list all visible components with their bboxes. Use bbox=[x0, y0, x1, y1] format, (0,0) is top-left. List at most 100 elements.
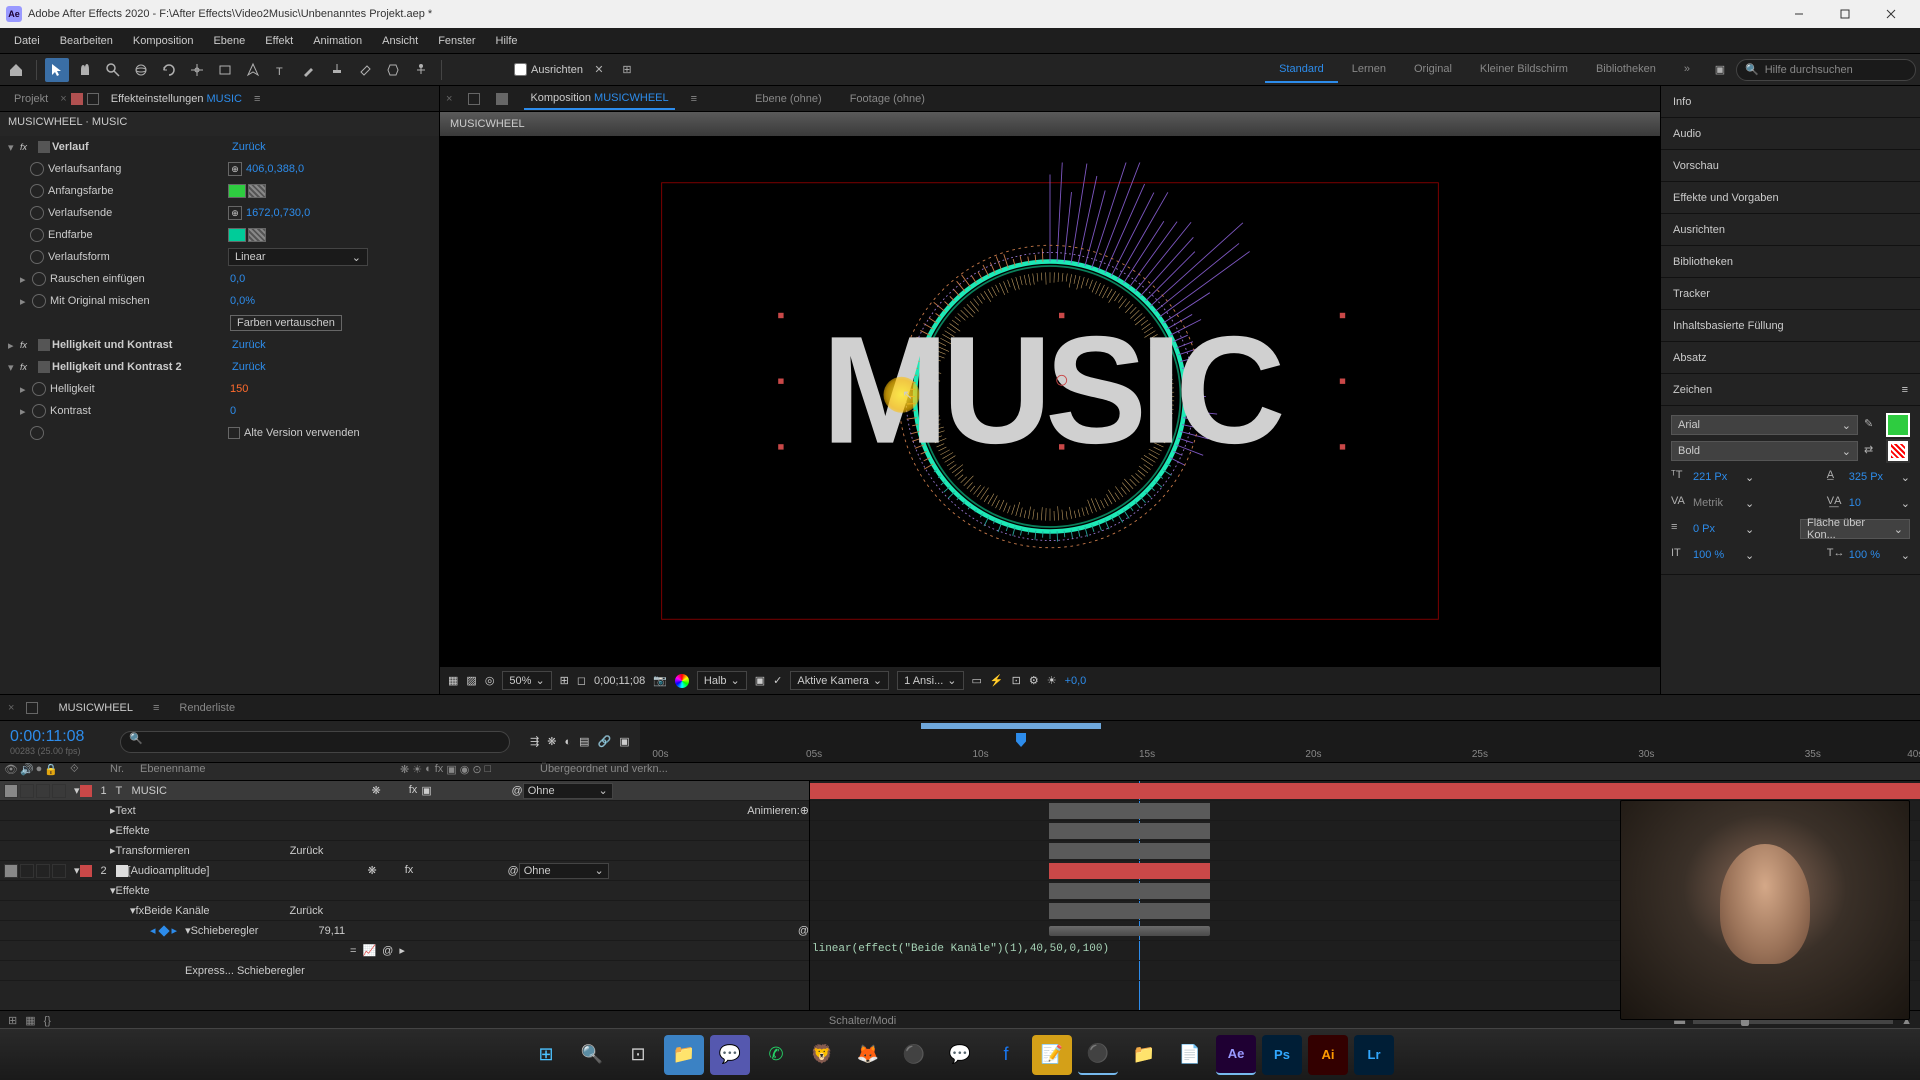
parent-pickwhip-icon[interactable]: @ bbox=[512, 785, 523, 797]
panel-bibliotheken[interactable]: Bibliotheken bbox=[1661, 246, 1920, 278]
eraser-tool-icon[interactable] bbox=[353, 58, 377, 82]
selection-handle[interactable] bbox=[778, 313, 783, 318]
val-verlaufsanfang[interactable]: 406,0,388,0 bbox=[246, 163, 304, 175]
roi-icon[interactable]: ◻ bbox=[577, 674, 586, 687]
panel-vorschau[interactable]: Vorschau bbox=[1661, 150, 1920, 182]
weight-dropdown[interactable]: Bold⌄ bbox=[1671, 441, 1858, 461]
fill-over-dropdown[interactable]: Fläche über Kon...⌄ bbox=[1800, 519, 1910, 539]
toggle-modes-icon[interactable]: ▦ bbox=[25, 1014, 35, 1027]
brave-icon[interactable]: 🦁 bbox=[802, 1035, 842, 1075]
shy-col-icon[interactable]: ⟐ bbox=[70, 763, 79, 775]
twisty-icon[interactable]: ▸ bbox=[20, 295, 32, 308]
folder-icon[interactable]: 📁 bbox=[1124, 1035, 1164, 1075]
ai-app-icon[interactable]: Ai bbox=[1308, 1035, 1348, 1075]
twisty-icon[interactable]: ▾ bbox=[8, 361, 20, 374]
selection-handle[interactable] bbox=[1340, 444, 1345, 449]
effect-helligkeit1[interactable]: Helligkeit und Kontrast bbox=[52, 339, 232, 351]
prop-slider[interactable]: Schieberegler bbox=[191, 925, 259, 937]
3d-icon[interactable]: ⊡ bbox=[1012, 674, 1021, 687]
pen-tool-icon[interactable] bbox=[241, 58, 265, 82]
val-rauschen[interactable]: 0,0 bbox=[230, 273, 245, 285]
audio-toggle[interactable] bbox=[20, 784, 34, 798]
home-tool-icon[interactable] bbox=[4, 58, 28, 82]
stopwatch-icon[interactable] bbox=[30, 228, 44, 242]
guides-icon[interactable]: ⊞ bbox=[560, 674, 569, 687]
panel-audio[interactable]: Audio bbox=[1661, 118, 1920, 150]
menu-datei[interactable]: Datei bbox=[4, 31, 50, 51]
panel-menu-icon[interactable]: ≡ bbox=[254, 93, 260, 105]
snap-grid-icon[interactable]: ⊞ bbox=[615, 58, 639, 82]
panel-presets[interactable]: Effekte und Vorgaben bbox=[1661, 182, 1920, 214]
eyedropper-icon[interactable] bbox=[248, 184, 266, 198]
hscale-value[interactable]: 100 % bbox=[1849, 549, 1895, 561]
maximize-button[interactable] bbox=[1822, 0, 1868, 28]
menu-bearbeiten[interactable]: Bearbeiten bbox=[50, 31, 123, 51]
explorer-icon[interactable]: 📁 bbox=[664, 1035, 704, 1075]
crosshair-icon[interactable]: ⊕ bbox=[228, 206, 242, 220]
switch-icon[interactable]: ☀ bbox=[412, 763, 422, 780]
transform-reset[interactable]: Zurück bbox=[290, 845, 324, 857]
messenger-icon[interactable]: 💬 bbox=[940, 1035, 980, 1075]
expr-pickwhip-icon[interactable]: @ bbox=[382, 945, 393, 957]
tracking-value[interactable]: 10 bbox=[1849, 497, 1895, 509]
notes-icon[interactable]: 📝 bbox=[1032, 1035, 1072, 1075]
panel-info[interactable]: Info bbox=[1661, 86, 1920, 118]
switch-icon[interactable]: ▣ bbox=[446, 763, 456, 780]
group-effects[interactable]: Effekte bbox=[116, 885, 150, 897]
stopwatch-icon[interactable] bbox=[32, 294, 46, 308]
tab-layer[interactable]: Ebene (ohne) bbox=[749, 89, 828, 109]
val-kontrast[interactable]: 0 bbox=[230, 405, 236, 417]
swap-fill-stroke-icon[interactable]: ⇄ bbox=[1864, 443, 1880, 459]
tl-tab-render[interactable]: Renderliste bbox=[171, 698, 243, 718]
selection-handle[interactable] bbox=[1059, 313, 1064, 318]
menu-ansicht[interactable]: Ansicht bbox=[372, 31, 428, 51]
exposure-value[interactable]: +0,0 bbox=[1065, 675, 1087, 687]
reset-hk2[interactable]: Zurück bbox=[232, 361, 266, 373]
stopwatch-icon[interactable] bbox=[30, 184, 44, 198]
switch-icon[interactable]: ◉ bbox=[460, 763, 470, 780]
workspace-kleiner[interactable]: Kleiner Bildschirm bbox=[1466, 57, 1582, 83]
keyframe-strip[interactable] bbox=[1049, 926, 1210, 936]
group-text[interactable]: Text bbox=[116, 805, 136, 817]
fx-badge-icon[interactable]: fx bbox=[20, 340, 38, 350]
menu-effekt[interactable]: Effekt bbox=[255, 31, 303, 51]
menu-ebene[interactable]: Ebene bbox=[203, 31, 255, 51]
hand-tool-icon[interactable] bbox=[73, 58, 97, 82]
add-key-icon[interactable] bbox=[158, 925, 169, 936]
menu-komposition[interactable]: Komposition bbox=[123, 31, 204, 51]
ae-app-icon[interactable]: Ae bbox=[1216, 1035, 1256, 1075]
lock-toggle[interactable] bbox=[52, 784, 66, 798]
tab-effect-controls[interactable]: Effekteinstellungen MUSIC bbox=[103, 89, 250, 109]
snapshot-icon[interactable]: 📷 bbox=[653, 674, 667, 687]
audio-toggle[interactable] bbox=[20, 864, 34, 878]
viewport[interactable]: MUSIC ↖ bbox=[440, 136, 1660, 666]
switch-icon[interactable]: fx bbox=[435, 763, 444, 780]
tab-composition[interactable]: Komposition MUSICWHEEL bbox=[524, 88, 674, 110]
workspace-more-icon[interactable]: » bbox=[1670, 57, 1704, 83]
effect-helligkeit2[interactable]: Helligkeit und Kontrast 2 bbox=[52, 361, 232, 373]
val-slider[interactable]: 79,11 bbox=[318, 925, 345, 937]
mask-icon[interactable]: ◎ bbox=[485, 674, 495, 687]
eye-toggle[interactable] bbox=[4, 784, 18, 798]
twisty-icon[interactable]: ▸ bbox=[20, 405, 32, 418]
label-color[interactable] bbox=[80, 785, 92, 797]
fx-badge-icon[interactable]: fx bbox=[20, 142, 38, 152]
layer-name[interactable]: MUSIC bbox=[132, 785, 372, 797]
timecode-display[interactable]: 0;00;11;08 bbox=[594, 675, 645, 687]
group-effects[interactable]: Effekte bbox=[116, 825, 150, 837]
tab-project[interactable]: Projekt bbox=[6, 89, 56, 109]
twisty-icon[interactable]: ▾ bbox=[8, 141, 20, 154]
stopwatch-icon[interactable] bbox=[32, 404, 46, 418]
eye-col-icon[interactable]: 👁 bbox=[4, 763, 18, 780]
stroke-color-swatch[interactable] bbox=[1886, 439, 1910, 463]
layer-row-2[interactable]: ▾ 2 [Audioamplitude] ❋fx @ Ohne⌄ bbox=[0, 861, 809, 881]
roto-tool-icon[interactable] bbox=[381, 58, 405, 82]
snap-options-icon[interactable]: ✕ bbox=[587, 58, 611, 82]
switch-icon[interactable]: ⊙ bbox=[472, 763, 481, 780]
parent-dropdown[interactable]: Ohne⌄ bbox=[519, 863, 609, 879]
zoom-dropdown[interactable]: 50%⌄ bbox=[502, 671, 551, 690]
switch-icon[interactable]: ❋ bbox=[368, 864, 377, 877]
next-key-icon[interactable]: ▸ bbox=[172, 924, 178, 937]
label-color[interactable] bbox=[80, 865, 92, 877]
toggle-switches-icon[interactable]: ⊞ bbox=[8, 1014, 17, 1027]
